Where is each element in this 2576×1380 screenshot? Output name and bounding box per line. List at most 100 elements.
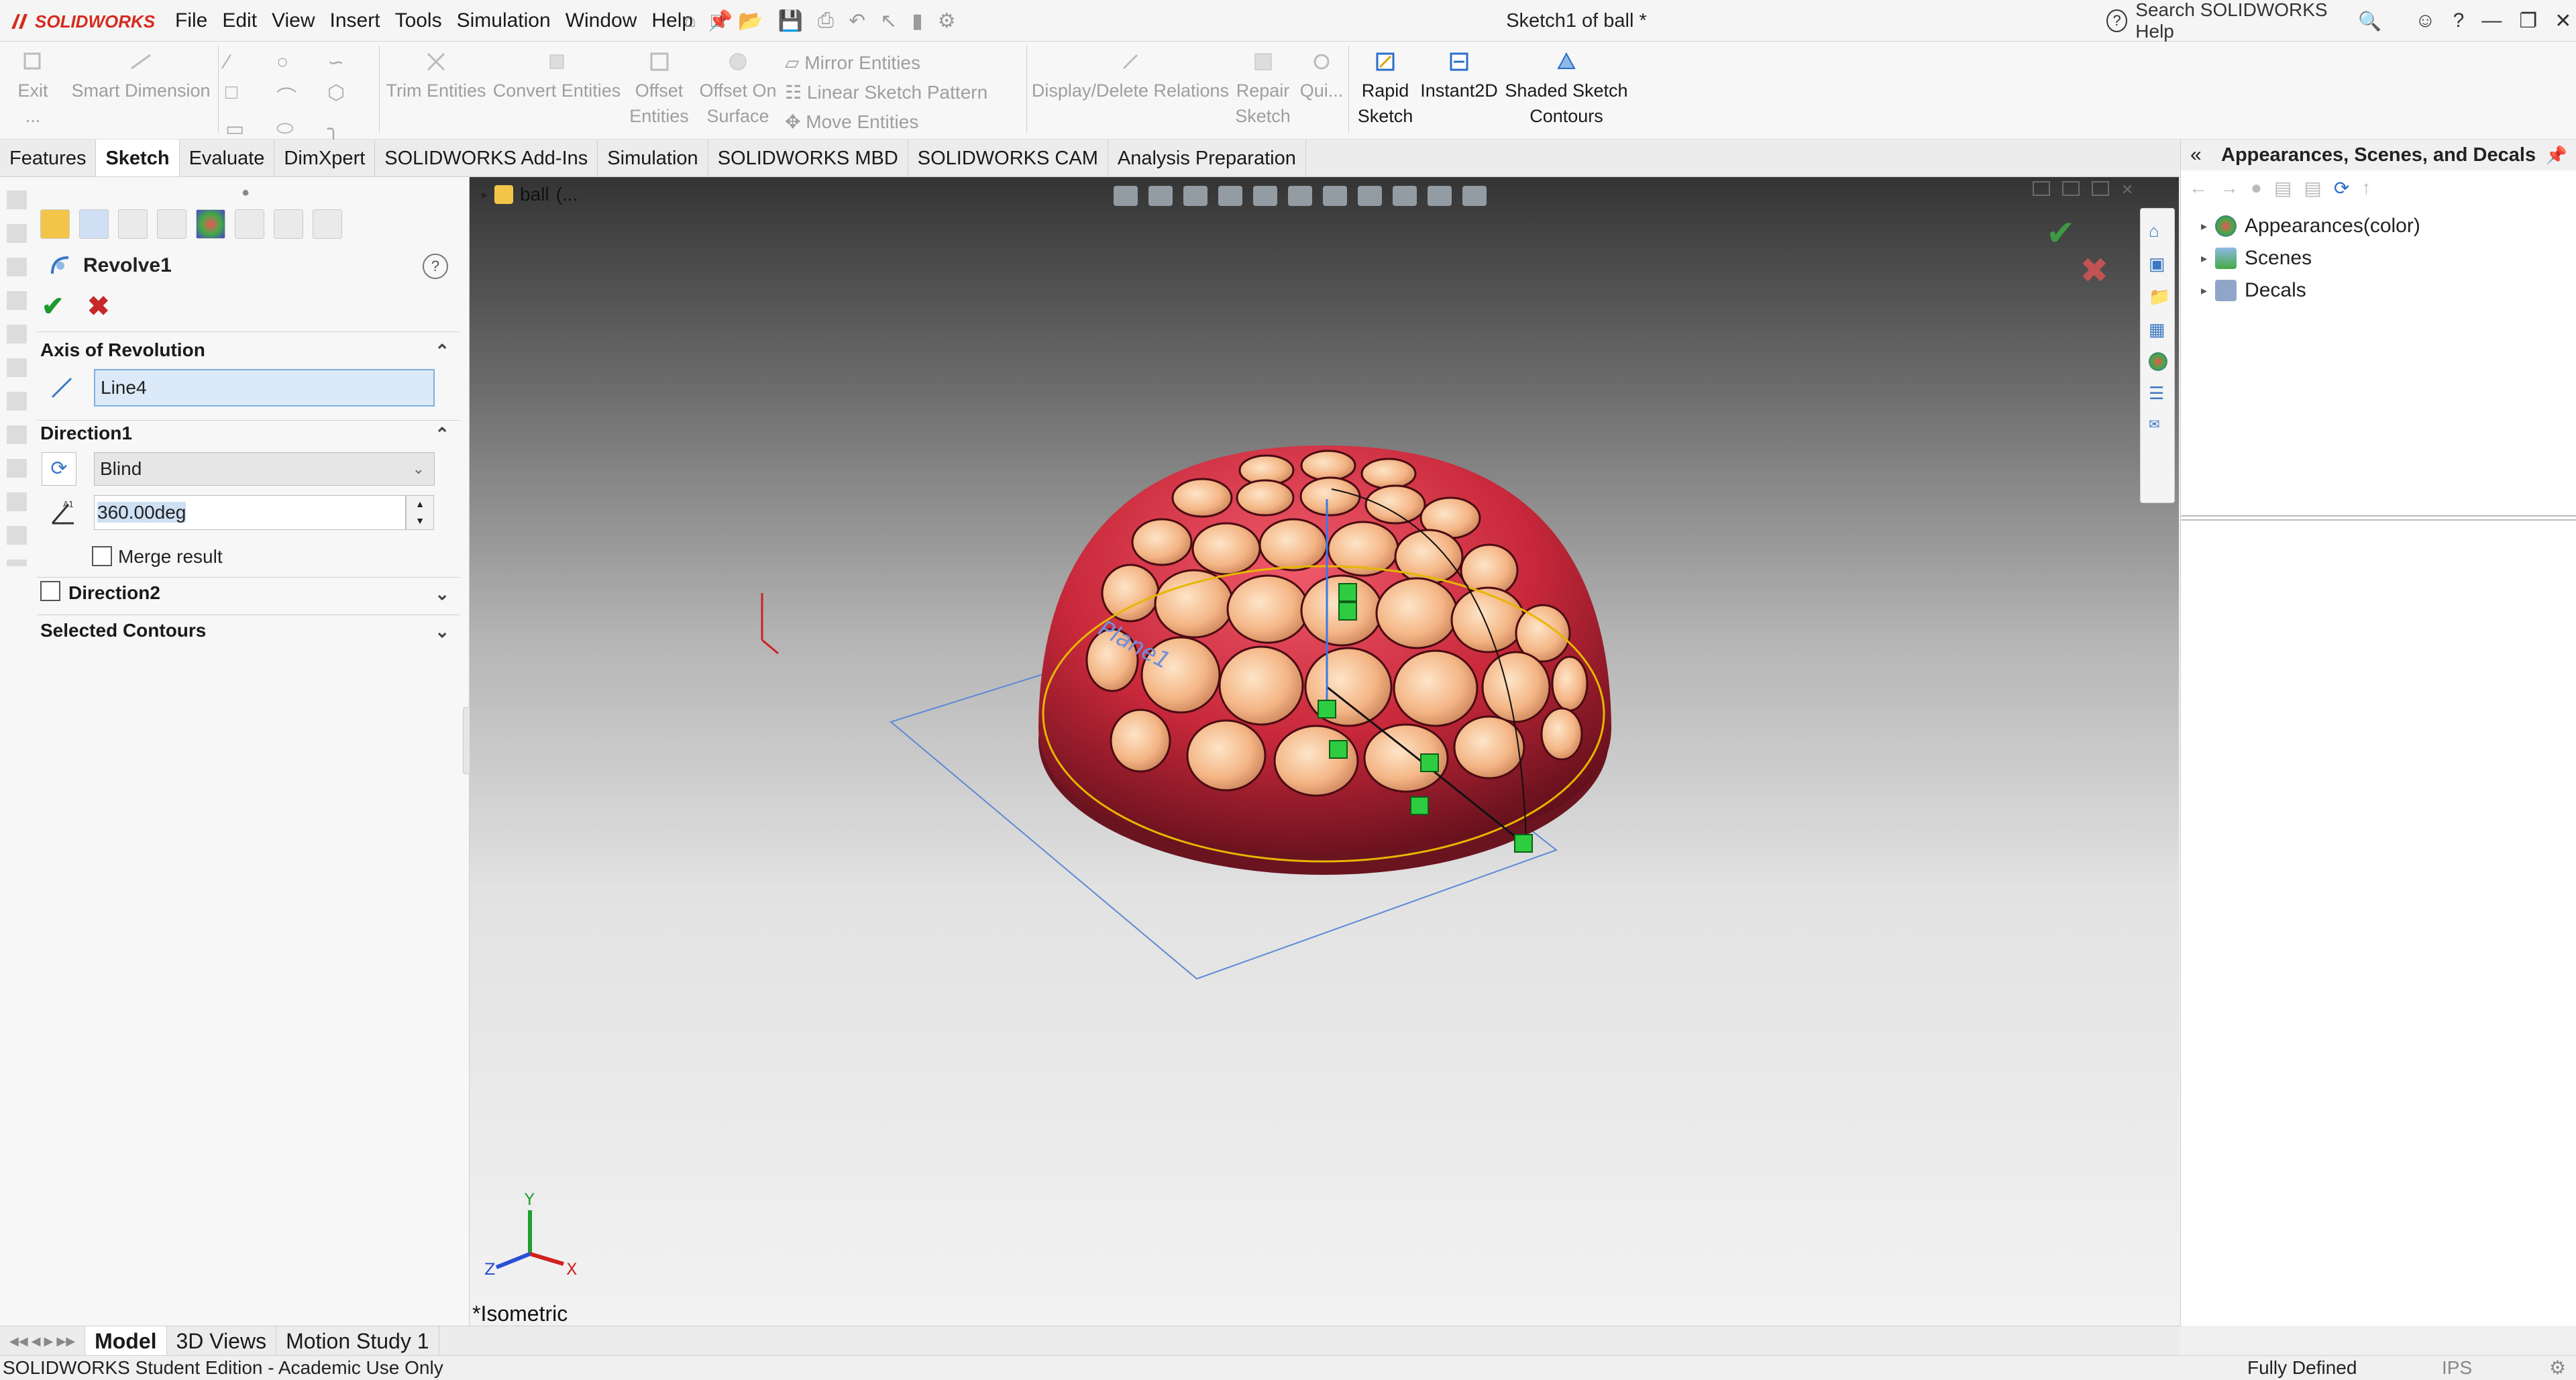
direction1-header[interactable]: Direction1 ⌃ [40, 423, 456, 449]
direction2-checkbox[interactable] [40, 581, 60, 601]
restore-icon[interactable]: ❐ [2519, 9, 2537, 33]
cam-operation-tree-icon[interactable] [274, 209, 303, 239]
save-icon[interactable]: 💾 [778, 9, 803, 33]
menu-tools[interactable]: Tools [388, 9, 449, 32]
tab-scroll-buttons[interactable]: ◀◀ ◀ ▶ ▶▶ [0, 1326, 86, 1355]
help-search[interactable]: ? Search SOLIDWORKS Help 🔍 [2106, 0, 2381, 42]
panel-handle-icon[interactable]: ● [241, 185, 250, 201]
new-icon[interactable]: □ [711, 9, 723, 32]
dimxpert-manager-icon[interactable] [157, 209, 186, 239]
tree-item-scenes[interactable]: ▸ Scenes [2201, 247, 2312, 270]
end-condition-select[interactable]: Blind ⌄ [94, 452, 435, 486]
tab-add-ins[interactable]: SOLIDWORKS Add-Ins [375, 140, 598, 176]
menu-simulation[interactable]: Simulation [449, 9, 558, 32]
linear-sketch-pattern-button[interactable]: ☷ Linear Sketch Pattern [785, 78, 1026, 107]
minimize-icon[interactable]: — [2481, 9, 2502, 32]
display-delete-relations-button[interactable]: Display/Delete Relations [1030, 48, 1231, 103]
pane-splitter[interactable] [2181, 515, 2576, 521]
spline-icon[interactable]: ∽ [327, 51, 372, 74]
graphics-area[interactable]: ▸ ball (... ✕ ✔ ✖ Plane1 Y X Z *Isometri… [470, 177, 2179, 1326]
polygon-icon[interactable]: ⬡ [327, 81, 372, 111]
status-units[interactable]: IPS [2442, 1356, 2472, 1380]
help-icon[interactable]: ? [2453, 9, 2465, 32]
menu-file[interactable]: File [168, 9, 215, 32]
offset-on-surface-button[interactable]: Offset On Surface [694, 48, 782, 129]
tab-cam[interactable]: SOLIDWORKS CAM [908, 140, 1108, 176]
repair-sketch-button[interactable]: Repair Sketch [1231, 48, 1295, 129]
line-icon[interactable]: ∕ [225, 51, 270, 74]
rectangle-icon[interactable]: □ [225, 81, 270, 111]
fillet-icon[interactable]: ╮ [327, 117, 372, 141]
tab-sketch[interactable]: Sketch [96, 140, 180, 176]
direction2-header[interactable]: Direction2 ⌄ [68, 582, 456, 609]
reverse-direction-button[interactable]: ⟳ [42, 452, 76, 486]
search-input[interactable]: Search SOLIDWORKS Help [2135, 0, 2350, 42]
view-palette-icon[interactable]: ▦ [2149, 319, 2166, 340]
quick-snaps-button[interactable]: Qui... [1298, 48, 1345, 103]
forward-icon[interactable]: → [2220, 177, 2239, 201]
menu-view[interactable]: View [264, 9, 322, 32]
cam-feature-tree-icon[interactable] [235, 209, 264, 239]
options-gear-icon[interactable]: ⚙ [938, 9, 956, 33]
slot-icon[interactable]: ▭ [225, 117, 270, 141]
pin-pane-icon[interactable]: 📌 [2546, 140, 2567, 170]
close-icon[interactable]: ✕ [2555, 9, 2571, 33]
ellipse-icon[interactable]: ⬭ [276, 117, 321, 141]
open-icon[interactable]: 📂 [738, 9, 763, 33]
search-icon[interactable]: 🔍 [2358, 10, 2381, 32]
tab-model[interactable]: Model [85, 1326, 167, 1355]
smart-dimension-button[interactable]: Smart Dimension [67, 48, 215, 103]
home-icon[interactable]: ⌂ [684, 9, 696, 32]
selected-contours-header[interactable]: Selected Contours ⌄ [40, 620, 456, 647]
custom-properties-icon[interactable]: ☰ [2149, 383, 2166, 404]
tab-evaluate[interactable]: Evaluate [180, 140, 275, 176]
expand-arrow-icon[interactable]: ▸ [2201, 219, 2207, 233]
tab-3d-views[interactable]: 3D Views [167, 1326, 277, 1355]
forum-icon[interactable]: ✉ [2149, 416, 2166, 433]
tab-dimxpert[interactable]: DimXpert [274, 140, 376, 176]
axis-selection-box[interactable]: Line4 [94, 369, 435, 407]
status-customize-icon[interactable]: ⚙ [2549, 1356, 2566, 1380]
home-icon[interactable]: ● [2251, 177, 2262, 201]
refresh-icon[interactable]: ⟳ [2334, 177, 2349, 201]
tab-simulation[interactable]: Simulation [598, 140, 708, 176]
tree-item-decals[interactable]: ▸ Decals [2201, 279, 2306, 302]
exit-sketch-button[interactable]: Exit ... [9, 48, 56, 129]
add-folder-icon[interactable]: ▤ [2304, 177, 2321, 201]
undo-icon[interactable]: ↶ [849, 9, 865, 33]
solidworks-logo[interactable]: SOLIDWORKS [9, 8, 155, 35]
ok-button[interactable]: ✔ [42, 291, 64, 322]
rapid-sketch-button[interactable]: Rapid Sketch [1352, 48, 1419, 129]
arc-icon[interactable]: ⌒ [276, 81, 321, 111]
instant2d-button[interactable]: Instant2D [1419, 48, 1499, 103]
back-icon[interactable]: ← [2189, 177, 2208, 201]
rebuild-icon[interactable]: ▮ [912, 9, 923, 33]
axis-of-revolution-header[interactable]: Axis of Revolution ⌃ [40, 339, 456, 366]
tab-motion-study-1[interactable]: Motion Study 1 [276, 1326, 439, 1355]
menu-window[interactable]: Window [558, 9, 645, 32]
appearances-tab-icon[interactable] [2149, 352, 2167, 371]
shaded-sketch-contours-button[interactable]: Shaded Sketch Contours [1499, 48, 1633, 129]
solidworks-resources-icon[interactable]: ⌂ [2149, 221, 2166, 242]
add-location-icon[interactable]: ▤ [2274, 177, 2292, 201]
collapse-pane-icon[interactable]: « [2190, 140, 2202, 170]
display-manager-icon[interactable] [196, 209, 225, 239]
print-icon[interactable]: ⎙ [818, 9, 834, 32]
convert-entities-button[interactable]: Convert Entities [490, 48, 624, 103]
design-library-icon[interactable]: ▣ [2149, 254, 2166, 274]
offset-entities-button[interactable]: Offset Entities [624, 48, 694, 129]
cancel-button[interactable]: ✖ [87, 291, 110, 322]
circle-icon[interactable]: ○ [276, 51, 321, 74]
menu-edit[interactable]: Edit [215, 9, 264, 32]
tree-item-appearances[interactable]: ▸ Appearances(color) [2201, 215, 2420, 237]
file-explorer-icon[interactable]: 📁 [2149, 286, 2170, 307]
merge-result-checkbox[interactable] [92, 546, 112, 566]
angle-input[interactable]: 360.00deg [94, 495, 406, 530]
cam-tools-icon[interactable] [313, 209, 342, 239]
tab-mbd[interactable]: SOLIDWORKS MBD [708, 140, 908, 176]
move-entities-button[interactable]: ✥ Move Entities [785, 107, 1026, 137]
menu-insert[interactable]: Insert [323, 9, 388, 32]
expand-arrow-icon[interactable]: ▸ [2201, 284, 2207, 298]
tab-features[interactable]: Features [0, 140, 97, 176]
configuration-manager-icon[interactable] [118, 209, 148, 239]
